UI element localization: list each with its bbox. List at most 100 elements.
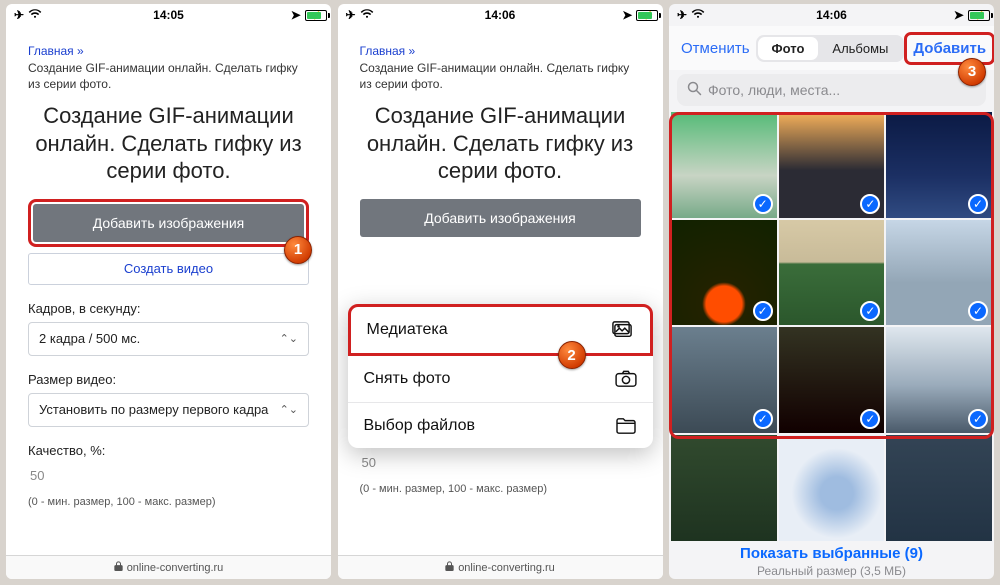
page-title: Создание GIF-анимации онлайн. Сделать ги… [28,102,309,185]
phone-1: ✈︎ 14:05 ➤ ⚡ Главная » Создание GIF-аним… [6,4,331,579]
footer-domain: online-converting.ru [127,562,224,574]
picker-segment[interactable]: Фото Альбомы [756,35,905,62]
photo-thumb[interactable]: ✓ [886,327,992,433]
photo-thumb[interactable]: ✓ [779,112,885,218]
breadcrumb[interactable]: Главная » [360,44,641,58]
airplane-icon: ✈︎ [346,8,356,22]
photo-thumb[interactable]: ✓ [779,220,885,326]
check-icon: ✓ [860,194,880,214]
check-icon: ✓ [968,194,988,214]
status-time: 14:05 [153,8,184,22]
footer-domain: online-converting.ru [458,562,555,574]
wifi-icon [691,8,705,22]
fps-select[interactable]: 2 кадра / 500 мс. ⌃⌄ [28,322,309,356]
page-body: Главная » Создание GIF-анимации онлайн. … [338,26,663,555]
fps-value: 2 кадра / 500 мс. [39,331,140,346]
show-selected-link[interactable]: Показать выбранные (9) [669,545,994,562]
photo-thumb[interactable]: ✓ [779,327,885,433]
sheet-take-photo[interactable]: Снять фото [348,356,653,402]
search-placeholder: Фото, люди, места... [708,82,840,98]
page-body: Главная » Создание GIF-анимации онлайн. … [6,26,331,555]
check-icon: ✓ [753,194,773,214]
wifi-icon [28,8,42,22]
real-size-label: Реальный размер (3,5 МБ) [669,564,994,578]
battery-icon: ⚡ [968,10,986,21]
photo-thumb[interactable]: ✓ [671,220,777,326]
quality-value[interactable]: 50 [28,464,309,488]
check-icon: ✓ [968,409,988,429]
sheet-files-label: Выбор файлов [364,417,476,435]
sheet-choose-files[interactable]: Выбор файлов [348,402,653,448]
battery-icon: ⚡ [305,10,323,21]
breadcrumb[interactable]: Главная » [28,44,309,58]
step-badge-1: 1 [284,236,312,264]
photo-grid-wrap: ✓ ✓ ✓ ✓ ✓ ✓ ✓ ✓ ✓ [669,112,994,541]
photo-thumb[interactable]: ✓ [671,112,777,218]
quality-hint: (0 - мин. размер, 100 - макс. размер) [28,496,309,508]
seg-albums[interactable]: Альбомы [818,37,902,60]
phone-2: ✈︎ 14:06 ➤ ⚡ Главная » Создание GIF-аним… [338,4,663,579]
photo-thumb[interactable] [886,435,992,541]
lock-icon [114,561,123,574]
picker-cancel-button[interactable]: Отменить [675,36,756,61]
sheet-media-library[interactable]: Медиатека [351,307,650,353]
size-value: Установить по размеру первого кадра [39,402,268,417]
battery-icon: ⚡ [636,10,654,21]
page-title: Создание GIF-анимации онлайн. Сделать ги… [360,102,641,185]
quality-value[interactable]: 50 [360,451,641,475]
check-icon: ✓ [860,409,880,429]
breadcrumb-sub: Создание GIF-анимации онлайн. Сделать ги… [360,60,641,92]
airplane-icon: ✈︎ [14,8,24,22]
photo-thumb[interactable]: ✓ [886,112,992,218]
callout-step-3: Добавить 3 [904,32,994,65]
photo-thumb[interactable] [779,435,885,541]
status-time: 14:06 [485,8,516,22]
picker-add-button[interactable]: Добавить [907,36,992,61]
location-icon: ➤ [954,8,964,22]
callout-step-2: Медиатека 2 [348,304,653,356]
folder-icon [615,417,637,435]
media-library-icon [612,321,634,339]
location-icon: ➤ [291,8,301,22]
size-label: Размер видео: [28,372,309,387]
size-select[interactable]: Установить по размеру первого кадра ⌃⌄ [28,393,309,427]
breadcrumb-home[interactable]: Главная [360,44,406,58]
check-icon: ✓ [860,301,880,321]
chevron-updown-icon: ⌃⌄ [280,403,298,416]
picker-search[interactable]: Фото, люди, места... [677,74,986,106]
photo-thumb[interactable]: ✓ [886,220,992,326]
check-icon: ✓ [753,301,773,321]
quality-label: Качество, %: [28,443,309,458]
sheet-camera-label: Снять фото [364,370,451,388]
search-icon [687,81,702,99]
breadcrumb-sep: » [77,44,84,58]
add-images-button[interactable]: Добавить изображения [360,199,641,237]
fps-label: Кадров, в секунду: [28,301,309,316]
upload-action-sheet: Медиатека 2 Снять фото Выбор файлов [348,304,653,448]
location-icon: ➤ [622,8,632,22]
camera-icon [615,370,637,388]
breadcrumb-sep: » [409,44,416,58]
wifi-icon [360,8,374,22]
seg-photos[interactable]: Фото [758,37,819,60]
photo-thumb[interactable] [671,435,777,541]
add-images-button[interactable]: Добавить изображения [33,204,304,242]
step-badge-2: 2 [558,341,586,369]
create-video-button[interactable]: Создать видео [28,253,309,285]
photo-thumb[interactable]: ✓ [671,327,777,433]
breadcrumb-home[interactable]: Главная [28,44,74,58]
browser-footer: online-converting.ru [6,555,331,579]
status-bar: ✈︎ 14:05 ➤ ⚡ [6,4,331,26]
check-icon: ✓ [753,409,773,429]
phone-3: ✈︎ 14:06 ➤ ⚡ Отменить Фото Альбомы Добав… [669,4,994,579]
step-badge-3: 3 [958,58,986,86]
photo-picker-header: Отменить Фото Альбомы Добавить 3 [669,26,994,70]
lock-icon [445,561,454,574]
check-icon: ✓ [968,301,988,321]
quality-hint: (0 - мин. размер, 100 - макс. размер) [360,483,641,495]
status-bar: ✈︎ 14:06 ➤ ⚡ [338,4,663,26]
airplane-icon: ✈︎ [677,8,687,22]
callout-step-1: Добавить изображения 1 [28,199,309,247]
status-time: 14:06 [816,8,847,22]
chevron-updown-icon: ⌃⌄ [280,332,298,345]
